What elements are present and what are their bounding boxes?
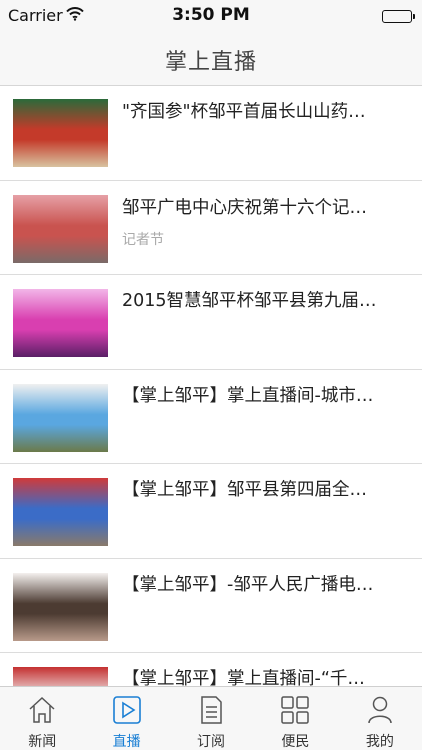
document-icon	[201, 696, 222, 724]
battery-icon	[382, 10, 415, 23]
grid-icon	[281, 696, 310, 724]
item-title: "齐国参"杯邹平首届长山山药…	[122, 102, 366, 122]
list-item[interactable]: 【掌上邹平】邹平县第四届全…	[0, 464, 422, 559]
thumbnail	[13, 99, 108, 167]
list-item[interactable]: 邹平广电中心庆祝第十六个记… 记者节	[0, 181, 422, 275]
status-bar: Carrier 3:50 PM	[0, 0, 422, 40]
thumbnail	[13, 383, 108, 452]
thumbnail	[13, 289, 108, 357]
item-title: 邹平广电中心庆祝第十六个记…	[122, 197, 367, 218]
tab-bar: 新闻 直播 订阅 便民 我的	[0, 686, 422, 750]
item-title: 【掌上邹平】-邹平人民广播电…	[122, 574, 374, 595]
tab-live[interactable]: 直播	[84, 687, 168, 750]
list-item[interactable]: 【掌上邹平】-邹平人民广播电…	[0, 559, 422, 653]
tab-services[interactable]: 便民	[253, 687, 337, 750]
tab-label: 便民	[281, 734, 310, 750]
item-title: 【掌上邹平】掌上直播间-“千…	[122, 669, 365, 686]
item-title: 2015智慧邹平杯邹平县第九届…	[122, 291, 377, 311]
clock: 3:50 PM	[172, 5, 250, 25]
list-item[interactable]: 【掌上邹平】掌上直播间-“千…	[0, 653, 422, 686]
tab-profile[interactable]: 我的	[338, 687, 422, 750]
play-icon	[112, 696, 141, 724]
tab-label: 新闻	[28, 734, 57, 750]
list-item[interactable]: "齐国参"杯邹平首届长山山药…	[0, 86, 422, 181]
person-icon	[368, 696, 392, 724]
list-item[interactable]: 【掌上邹平】掌上直播间-城市…	[0, 370, 422, 464]
item-title: 【掌上邹平】邹平县第四届全…	[122, 480, 367, 500]
thumbnail	[13, 478, 108, 546]
live-list[interactable]: "齐国参"杯邹平首届长山山药… 邹平广电中心庆祝第十六个记… 记者节 2015智…	[0, 86, 422, 686]
tab-label: 直播	[112, 734, 141, 750]
tab-label: 订阅	[197, 734, 226, 750]
list-item[interactable]: 2015智慧邹平杯邹平县第九届…	[0, 275, 422, 370]
tab-news[interactable]: 新闻	[0, 687, 84, 750]
thumbnail	[13, 194, 108, 263]
item-subtitle: 记者节	[122, 231, 164, 248]
navigation-bar: 掌上直播	[0, 40, 422, 86]
item-title: 【掌上邹平】掌上直播间-城市…	[122, 385, 374, 406]
page-title: 掌上直播	[164, 50, 257, 75]
home-icon	[29, 696, 55, 723]
thumbnail	[13, 572, 108, 641]
tab-subscribe[interactable]: 订阅	[169, 687, 253, 750]
thumbnail	[13, 667, 108, 686]
tab-label: 我的	[365, 734, 394, 750]
